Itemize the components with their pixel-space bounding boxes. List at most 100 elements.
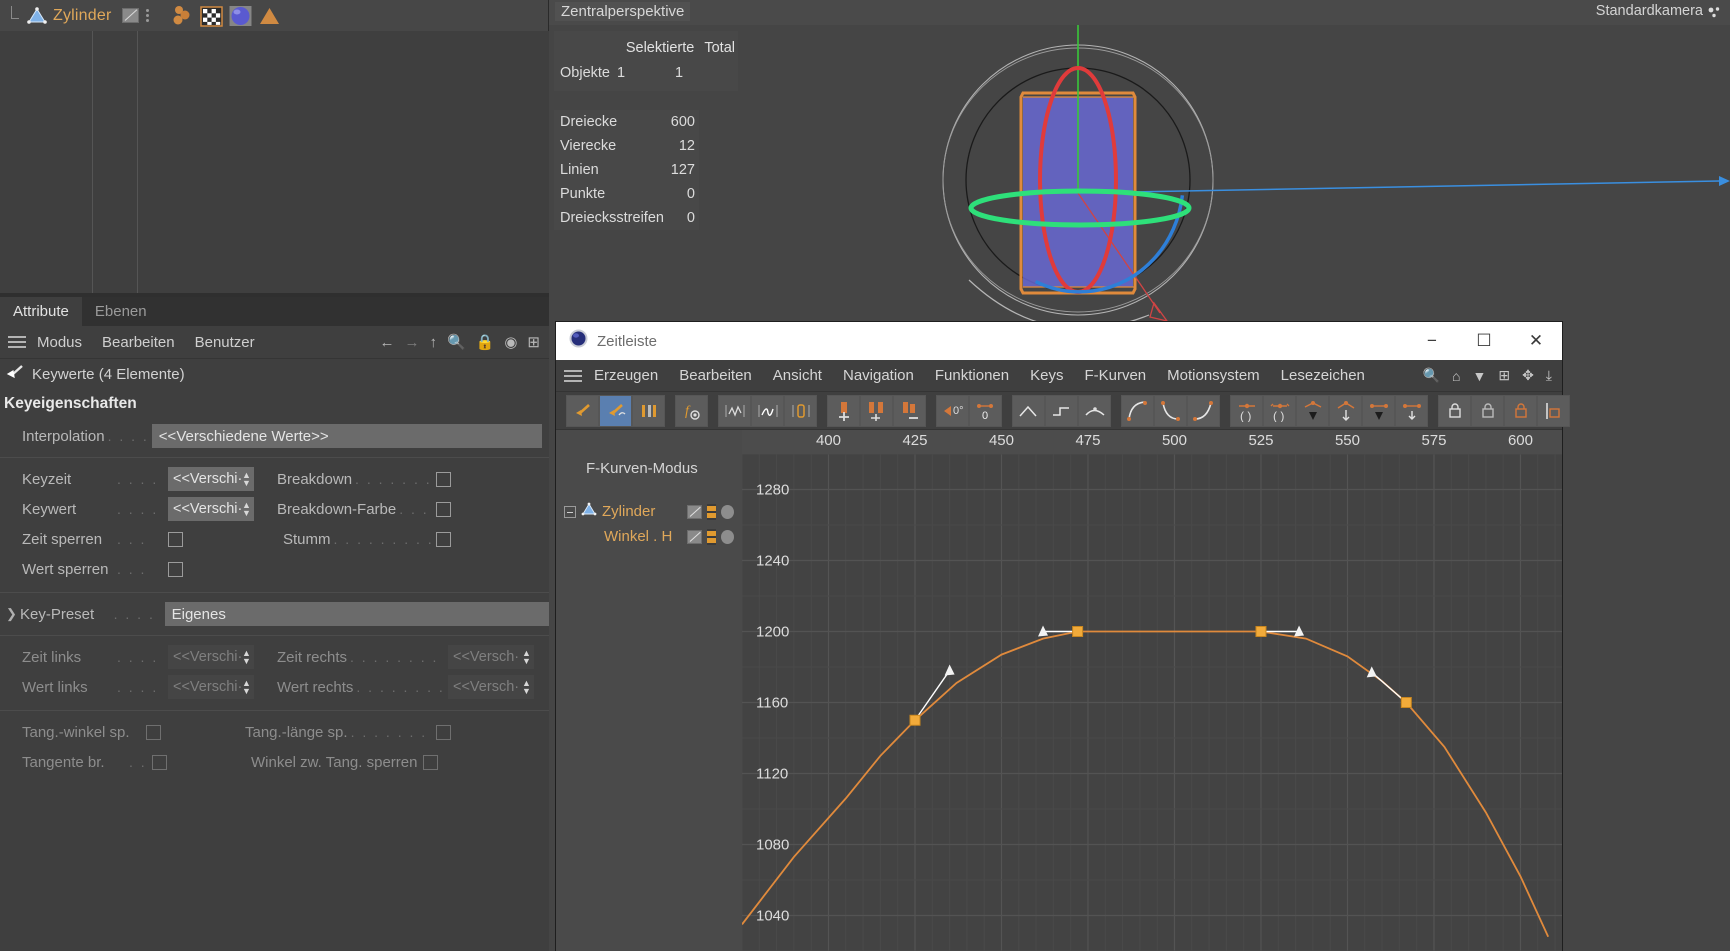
wert-sperren-checkbox[interactable] bbox=[168, 561, 183, 577]
track-display-icon[interactable] bbox=[687, 529, 702, 544]
interpolation-dropdown[interactable]: <<Verschiedene Werte>> bbox=[151, 424, 542, 448]
menu-erzeugen[interactable]: Erzeugen bbox=[594, 367, 658, 384]
tangent-lock-button[interactable] bbox=[1330, 395, 1361, 426]
spline-interp-button[interactable] bbox=[1013, 395, 1044, 426]
object-name[interactable]: Zylinder bbox=[53, 7, 112, 25]
value-zero-button[interactable]: 0 bbox=[970, 395, 1001, 426]
home-icon[interactable]: ⌂ bbox=[1452, 368, 1460, 384]
step-interp-button[interactable] bbox=[1046, 395, 1077, 426]
viewport-camera-label[interactable]: Standardkamera bbox=[1596, 3, 1703, 19]
motion-mode-button[interactable] bbox=[633, 395, 664, 426]
search-icon[interactable]: 🔍 bbox=[447, 335, 466, 350]
tab-attribute[interactable]: Attribute bbox=[0, 297, 82, 326]
zeit-rechts-field[interactable]: <<Versch· ▲ ▼ bbox=[448, 645, 534, 669]
remove-key-button[interactable] bbox=[894, 395, 925, 426]
tangent-flat-button[interactable]: ( ) bbox=[1231, 395, 1262, 426]
tangent-break-button[interactable] bbox=[1297, 395, 1328, 426]
object-manager-row[interactable]: Zylinder bbox=[0, 0, 548, 31]
close-button[interactable]: ✕ bbox=[1510, 322, 1562, 360]
forward-arrow-icon[interactable]: → bbox=[404, 335, 419, 350]
show-values-button[interactable] bbox=[752, 395, 783, 426]
menu-motionsystem[interactable]: Motionsystem bbox=[1167, 367, 1260, 384]
minimize-button[interactable]: − bbox=[1406, 322, 1458, 360]
display-tag-icon[interactable] bbox=[121, 8, 139, 23]
tangent-auto-button[interactable]: ( ) bbox=[1264, 395, 1295, 426]
lock-keys-button[interactable] bbox=[1439, 395, 1470, 426]
tangent-weight-button[interactable] bbox=[1363, 395, 1394, 426]
zeit-sperren-checkbox[interactable] bbox=[168, 531, 183, 547]
menu-burger-icon[interactable] bbox=[564, 367, 582, 385]
up-arrow-icon[interactable]: ↑ bbox=[429, 335, 437, 350]
cone-tag-icon[interactable] bbox=[258, 5, 281, 27]
fcurve-plot-area[interactable]: 1280 1240 1200 1160 1120 1080 1040 bbox=[742, 454, 1562, 951]
track-solo-icon[interactable] bbox=[721, 529, 734, 544]
key-mode-button[interactable] bbox=[567, 395, 598, 426]
menu-modus[interactable]: Modus bbox=[37, 334, 82, 351]
menu-bearbeiten[interactable]: Bearbeiten bbox=[679, 367, 752, 384]
tang-laenge-sp-checkbox[interactable] bbox=[436, 724, 451, 740]
back-arrow-icon[interactable]: ← bbox=[379, 335, 394, 350]
add-key-button[interactable] bbox=[828, 395, 859, 426]
stumm-checkbox[interactable] bbox=[436, 531, 451, 547]
ease-in-out-button[interactable] bbox=[1122, 395, 1153, 426]
track-solo-icon[interactable] bbox=[721, 504, 734, 519]
keyzeit-stepper[interactable]: ▲ ▼ bbox=[240, 468, 253, 490]
menu-bearbeiten[interactable]: Bearbeiten bbox=[102, 334, 175, 351]
add-panel-icon[interactable]: ⊞ bbox=[527, 335, 540, 350]
track-display-icon[interactable] bbox=[687, 504, 702, 519]
function-record-button[interactable]: f bbox=[676, 395, 707, 426]
menu-keys[interactable]: Keys bbox=[1030, 367, 1063, 384]
menu-benutzer[interactable]: Benutzer bbox=[195, 334, 255, 351]
material-chain-icon[interactable] bbox=[171, 5, 194, 27]
timeline-titlebar[interactable]: Zeitleiste − ☐ ✕ bbox=[556, 322, 1562, 360]
menu-funktionen[interactable]: Funktionen bbox=[935, 367, 1009, 384]
chevron-right-icon[interactable]: ❯ bbox=[6, 606, 17, 622]
search-icon[interactable]: 🔍 bbox=[1423, 367, 1440, 384]
ease-out-button[interactable] bbox=[1188, 395, 1219, 426]
tang-winkel-sp-checkbox[interactable] bbox=[146, 724, 161, 740]
lock-icon[interactable]: 🔒 bbox=[476, 335, 495, 350]
track-keys-icon[interactable] bbox=[707, 503, 716, 520]
smooth-interp-button[interactable] bbox=[1079, 395, 1110, 426]
keyframe-marker[interactable] bbox=[1400, 697, 1412, 708]
wert-links-field[interactable]: <<Verschi· ▲ ▼ bbox=[168, 675, 254, 699]
show-keys-button[interactable] bbox=[785, 395, 816, 426]
filter-icon[interactable]: ▼ bbox=[1472, 368, 1486, 384]
wert-rechts-field[interactable]: <<Versch· ▲ ▼ bbox=[448, 675, 534, 699]
viewport-perspective-label[interactable]: Zentralperspektive bbox=[555, 2, 691, 21]
lock-all-button[interactable] bbox=[1538, 395, 1569, 426]
tree-row-zylinder[interactable]: Zylinder bbox=[556, 499, 742, 524]
tab-ebenen[interactable]: Ebenen bbox=[82, 297, 160, 326]
keyframe-marker[interactable] bbox=[1072, 626, 1084, 637]
frame-icon[interactable]: ⊞ bbox=[1498, 367, 1510, 384]
menu-burger-icon[interactable] bbox=[8, 333, 26, 351]
fit-icon[interactable]: ⤓ bbox=[1546, 367, 1552, 384]
checker-tag-icon[interactable] bbox=[199, 5, 223, 27]
add-keys-button[interactable] bbox=[861, 395, 892, 426]
wert-links-stepper[interactable]: ▲ ▼ bbox=[240, 676, 253, 698]
key-preset-dropdown[interactable]: Eigenes bbox=[164, 602, 549, 626]
lock-time-button[interactable] bbox=[1472, 395, 1503, 426]
dots-icon[interactable] bbox=[145, 9, 149, 22]
tree-row-winkel-h[interactable]: Winkel . H bbox=[556, 524, 742, 549]
winkel-zw-tang-checkbox[interactable] bbox=[423, 754, 439, 770]
zeit-links-field[interactable]: <<Verschi· ▲ ▼ bbox=[168, 645, 254, 669]
camera-icon[interactable] bbox=[1708, 6, 1722, 24]
wert-rechts-stepper[interactable]: ▲ ▼ bbox=[520, 676, 533, 698]
ease-in-button[interactable] bbox=[1155, 395, 1186, 426]
maximize-button[interactable]: ☐ bbox=[1458, 322, 1510, 360]
breakdown-farbe-checkbox[interactable] bbox=[436, 501, 451, 517]
keyzeit-field[interactable]: <<Verschi· ▲ ▼ bbox=[168, 467, 254, 491]
target-icon[interactable]: ◉ bbox=[504, 335, 517, 350]
menu-ansicht[interactable]: Ansicht bbox=[773, 367, 822, 384]
keywert-stepper[interactable]: ▲ ▼ bbox=[240, 498, 253, 520]
menu-lesezeichen[interactable]: Lesezeichen bbox=[1281, 367, 1365, 384]
lock-value-button[interactable] bbox=[1505, 395, 1536, 426]
expand-collapse-icon[interactable] bbox=[564, 505, 576, 518]
move-icon[interactable]: ✥ bbox=[1522, 367, 1534, 384]
tangent-zero-button[interactable] bbox=[1396, 395, 1427, 426]
fcurve-graph[interactable]: 400 425 450 475 500 525 550 575 600 1280 1240 1200… bbox=[742, 430, 1562, 951]
keyframe-marker[interactable] bbox=[1255, 626, 1267, 637]
show-curve-button[interactable] bbox=[719, 395, 750, 426]
zeit-links-stepper[interactable]: ▲ ▼ bbox=[240, 646, 253, 668]
